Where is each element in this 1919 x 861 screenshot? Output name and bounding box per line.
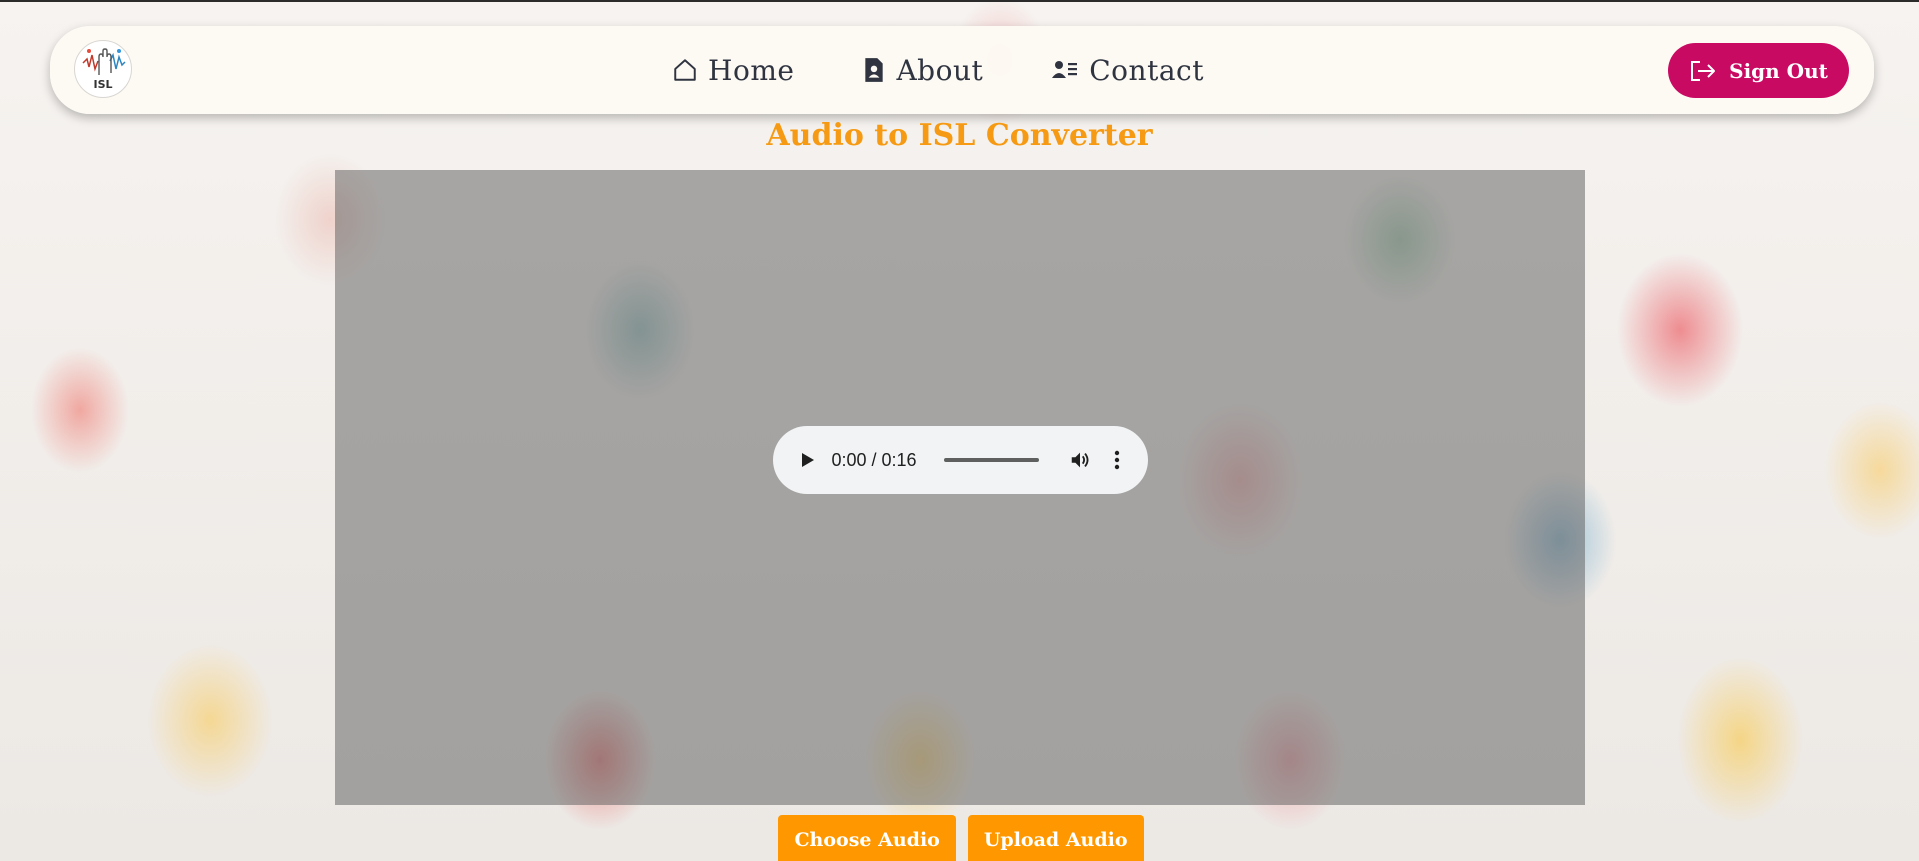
more-vert-icon	[1114, 450, 1119, 470]
nav-item-contact-label: Contact	[1089, 53, 1204, 87]
audio-seek-bar[interactable]	[944, 458, 1039, 462]
sign-out-icon	[1691, 60, 1716, 81]
audio-actions: Choose Audio Upload Audio	[0, 815, 1919, 861]
audio-time: 0:00 / 0:16	[831, 449, 917, 470]
more-options-button[interactable]	[1107, 447, 1126, 473]
nav-item-about-label: About	[896, 53, 984, 87]
upload-audio-button[interactable]: Upload Audio	[967, 815, 1144, 861]
contact-card-icon	[1052, 61, 1078, 78]
play-icon	[802, 453, 815, 467]
sign-out-button[interactable]: Sign Out	[1668, 43, 1849, 98]
audio-player[interactable]: 0:00 / 0:16	[773, 426, 1148, 494]
nav-item-contact[interactable]: Contact	[1051, 54, 1204, 87]
volume-icon	[1071, 452, 1089, 468]
page-title: Audio to ISL Converter	[766, 118, 1153, 153]
nav-item-about[interactable]: About	[862, 54, 983, 87]
nav-item-home[interactable]: Home	[672, 54, 794, 87]
play-button[interactable]	[795, 446, 821, 474]
sign-out-label: Sign Out	[1729, 58, 1828, 83]
top-border	[0, 0, 1919, 2]
document-user-icon	[865, 58, 884, 82]
choose-audio-button[interactable]: Choose Audio	[778, 815, 956, 861]
home-icon	[674, 59, 696, 81]
navbar: ISL Home About Contact Sign Out	[50, 26, 1874, 114]
volume-button[interactable]	[1069, 447, 1094, 473]
nav-item-home-label: Home	[708, 53, 795, 87]
nav-links: Home About Contact	[50, 26, 1874, 114]
